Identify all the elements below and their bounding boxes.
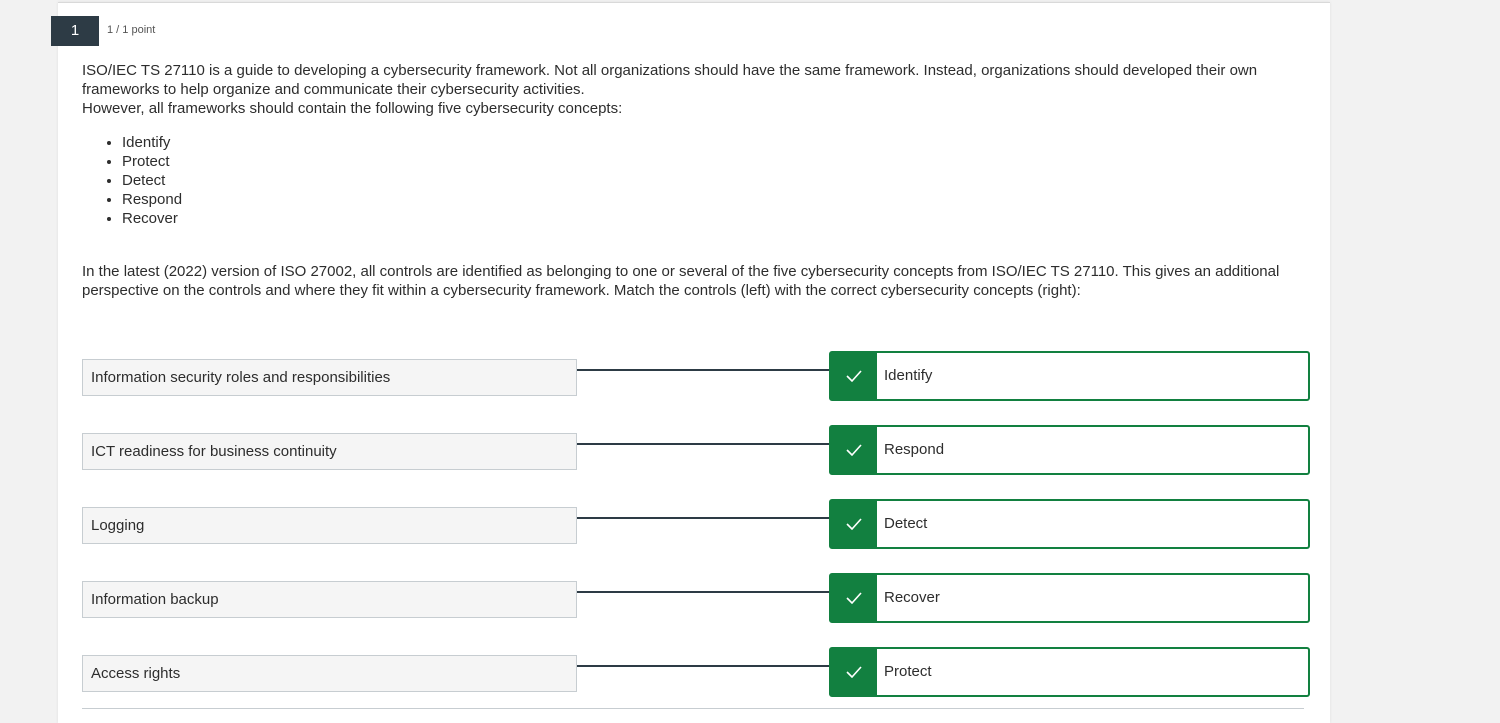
concept-answer-label: Recover: [884, 589, 940, 606]
concept-answer-label: Identify: [884, 367, 933, 384]
concept-list-item: Recover: [122, 209, 1312, 228]
question-points: 1 / 1 point: [107, 24, 156, 36]
question-prompt: ISO/IEC TS 27110 is a guide to developin…: [82, 61, 1312, 300]
match-row: Access rights Protect: [82, 647, 1310, 697]
match-row: Information security roles and responsib…: [82, 351, 1310, 401]
match-connector-line: [577, 517, 829, 519]
question-number-badge: 1: [51, 16, 99, 46]
concept-answer-box[interactable]: Detect: [829, 499, 1310, 549]
concept-answer-box[interactable]: Respond: [829, 425, 1310, 475]
prompt-text-1: ISO/IEC TS 27110 is a guide to developin…: [82, 62, 1258, 98]
match-connector-line: [577, 665, 829, 667]
match-connector-line: [577, 591, 829, 593]
concept-list-item: Respond: [122, 190, 1312, 209]
concept-answer-box[interactable]: Recover: [829, 573, 1310, 623]
match-row: Logging Detect: [82, 499, 1310, 549]
concept-list-item: Protect: [122, 152, 1312, 171]
prompt-paragraph-2: In the latest (2022) version of ISO 2700…: [82, 263, 1280, 299]
check-icon: [831, 427, 877, 473]
control-item[interactable]: Access rights: [82, 655, 577, 692]
match-row: ICT readiness for business continuity Re…: [82, 425, 1310, 475]
check-icon: [831, 575, 877, 621]
concept-answer-label: Respond: [884, 441, 945, 458]
concept-answer-label: Detect: [884, 515, 928, 532]
concept-list: Identify Protect Detect Respond Recover: [82, 133, 1312, 228]
control-item[interactable]: Information security roles and responsib…: [82, 359, 577, 396]
concept-answer-box[interactable]: Protect: [829, 647, 1310, 697]
control-item[interactable]: ICT readiness for business continuity: [82, 433, 577, 470]
match-connector-line: [577, 443, 829, 445]
match-connector-line: [577, 369, 829, 371]
concept-list-item: Detect: [122, 171, 1312, 190]
control-item[interactable]: Information backup: [82, 581, 577, 618]
control-item[interactable]: Logging: [82, 507, 577, 544]
next-section-divider: [82, 708, 1304, 709]
concept-answer-label: Protect: [884, 663, 932, 680]
match-row: Information backup Recover: [82, 573, 1310, 623]
prompt-text-1b: However, all frameworks should contain t…: [82, 100, 623, 117]
concept-list-item: Identify: [122, 133, 1312, 152]
check-icon: [831, 353, 877, 399]
concept-answer-box[interactable]: Identify: [829, 351, 1310, 401]
check-icon: [831, 649, 877, 695]
check-icon: [831, 501, 877, 547]
prompt-paragraph-1: ISO/IEC TS 27110 is a guide to developin…: [82, 61, 1312, 118]
